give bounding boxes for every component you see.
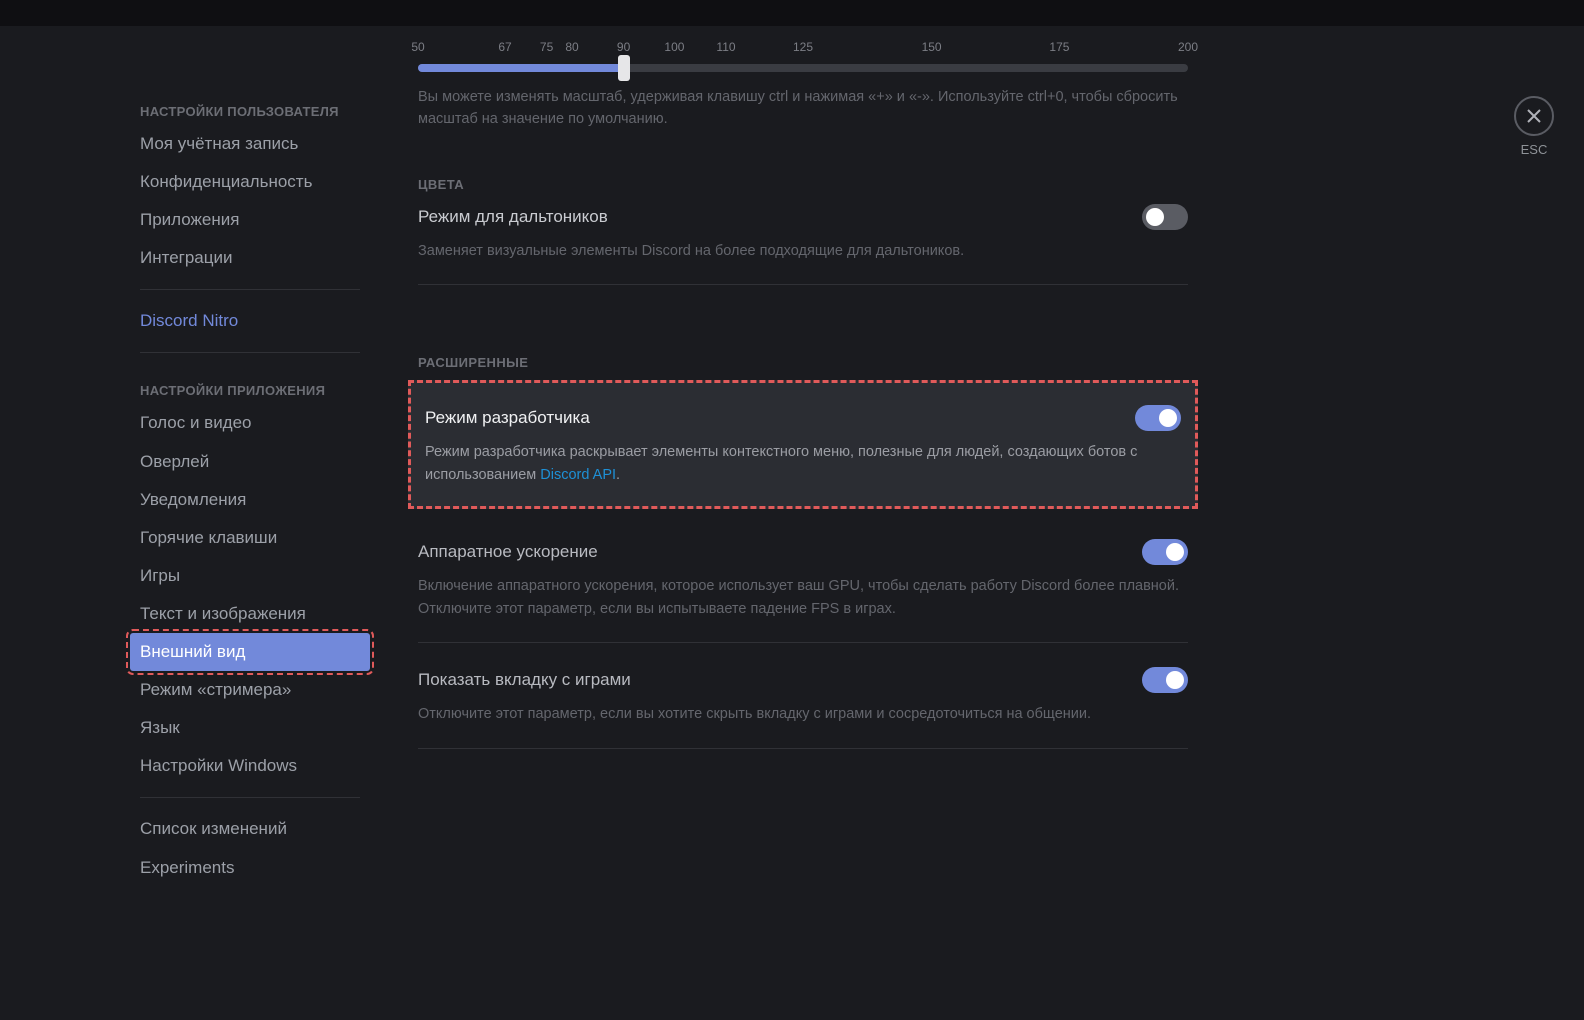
sidebar-item-text-images[interactable]: Текст и изображения [130,595,370,633]
developer-mode-label: Режим разработчика [425,408,590,428]
developer-mode-toggle[interactable] [1135,405,1181,431]
close-label: ESC [1514,142,1554,157]
close-button[interactable] [1514,96,1554,136]
sidebar-item-appearance[interactable]: Внешний вид [130,633,370,671]
hardware-accel-toggle[interactable] [1142,539,1188,565]
slider-fill [418,64,624,72]
sidebar-divider [140,352,360,353]
colorblind-desc: Заменяет визуальные элементы Discord на … [418,240,1188,262]
sidebar-item-account[interactable]: Моя учётная запись [130,125,370,163]
games-tab-toggle[interactable] [1142,667,1188,693]
sidebar-item-keybinds[interactable]: Горячие клавиши [130,519,370,557]
zoom-slider-help: Вы можете изменять масштаб, удерживая кл… [418,86,1188,131]
settings-content: ESC 5067758090100110125150175200 Вы може… [380,26,1584,1020]
divider [418,642,1188,643]
developer-mode-highlight: Режим разработчика Режим разработчика ра… [408,380,1198,509]
games-tab-desc: Отключите этот параметр, если вы хотите … [418,703,1188,725]
sidebar-heading-app: НАСТРОЙКИ ПРИЛОЖЕНИЯ [130,365,370,404]
sidebar-item-language[interactable]: Язык [130,709,370,747]
divider [418,748,1188,749]
sidebar-item-streamer[interactable]: Режим «стримера» [130,671,370,709]
zoom-slider[interactable] [418,64,1188,72]
sidebar-divider [140,289,360,290]
sidebar-heading-user: НАСТРОЙКИ ПОЛЬЗОВАТЕЛЯ [130,86,370,125]
sidebar-item-privacy[interactable]: Конфиденциальность [130,163,370,201]
sidebar-item-integrations[interactable]: Интеграции [130,239,370,277]
group-heading-colors: ЦВЕТА [418,177,1188,192]
sidebar-item-windows[interactable]: Настройки Windows [130,747,370,785]
sidebar-item-voice[interactable]: Голос и видео [130,404,370,442]
divider [418,284,1188,285]
sidebar-item-changelog[interactable]: Список изменений [130,810,370,848]
group-heading-advanced: РАСШИРЕННЫЕ [418,355,1188,370]
sidebar-item-apps[interactable]: Приложения [130,201,370,239]
sidebar-item-nitro[interactable]: Discord Nitro [130,302,370,340]
settings-sidebar: НАСТРОЙКИ ПОЛЬЗОВАТЕЛЯ Моя учётная запис… [0,26,380,1020]
titlebar [0,0,1584,26]
colorblind-label: Режим для дальтоников [418,207,608,227]
colorblind-toggle[interactable] [1142,204,1188,230]
sidebar-item-games[interactable]: Игры [130,557,370,595]
sidebar-item-overlay[interactable]: Оверлей [130,443,370,481]
sidebar-divider [140,797,360,798]
developer-mode-desc: Режим разработчика раскрывает элементы к… [425,441,1181,486]
close-icon [1526,108,1542,124]
discord-api-link[interactable]: Discord API [540,467,616,483]
slider-thumb[interactable] [618,55,630,81]
sidebar-item-experiments[interactable]: Experiments [130,849,370,887]
hardware-accel-label: Аппаратное ускорение [418,542,598,562]
hardware-accel-desc: Включение аппаратного ускорения, которое… [418,575,1188,620]
sidebar-item-notifications[interactable]: Уведомления [130,481,370,519]
zoom-slider-ticks: 5067758090100110125150175200 [418,40,1188,58]
games-tab-label: Показать вкладку с играми [418,670,631,690]
